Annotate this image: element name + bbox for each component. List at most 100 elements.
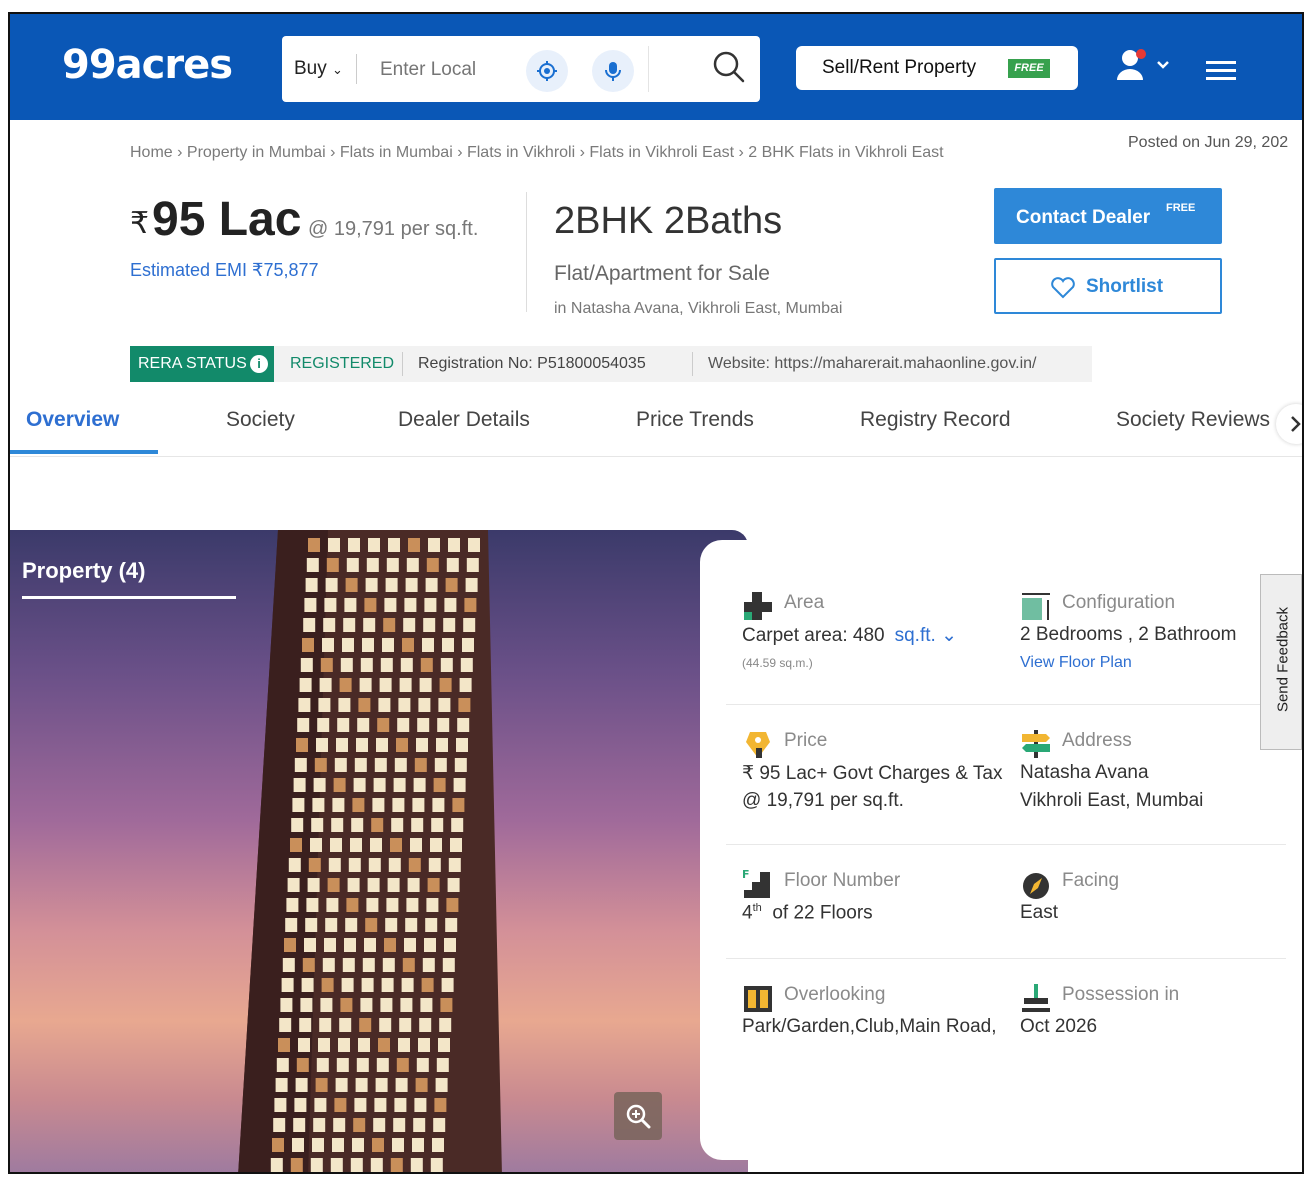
search-input[interactable] (378, 54, 512, 86)
divider (726, 704, 1286, 705)
zoom-button[interactable] (614, 1092, 662, 1140)
contact-dealer-button[interactable]: Contact Dealer FREE (994, 188, 1222, 244)
hamburger-menu-icon[interactable] (1206, 60, 1236, 82)
detail-address: Address Natasha Avana Vikhroli East, Mum… (1020, 728, 1300, 828)
rera-registered-status: REGISTERED (290, 355, 395, 372)
detail-facing: Facing East (1020, 868, 1280, 938)
facing-value: East (1020, 902, 1059, 923)
breadcrumb[interactable]: Home › Property in Mumbai › Flats in Mum… (130, 144, 944, 162)
floor-value: 4th of 22 Floors (742, 902, 873, 924)
send-feedback-label: Send Feedback (1274, 606, 1292, 713)
price-tag-icon (746, 732, 770, 758)
detail-area: Area Carpet area: 480 sq.ft. ⌄ (44.59 sq.… (742, 590, 1002, 680)
tab-price-trends[interactable]: Price Trends (636, 408, 754, 432)
address-line1: Natasha Avana (1020, 762, 1149, 783)
price-value: ₹ 95 Lac+ Govt Charges & Tax (742, 763, 1003, 784)
zoom-in-icon (626, 1104, 651, 1129)
tab-overview[interactable]: Overview (26, 408, 119, 432)
overlooking-value: Park/Garden,Club,Main Road, (742, 1016, 997, 1037)
search-bar: Buy ⌄ (282, 36, 760, 102)
currency-symbol: ₹ (130, 207, 150, 240)
compass-icon (1023, 873, 1049, 899)
possession-icon (1022, 984, 1050, 1012)
info-icon[interactable]: i (250, 355, 268, 373)
posted-date: Posted on Jun 29, 202 (1128, 134, 1289, 151)
divider (692, 352, 693, 376)
section-tabs: Overview Society Dealer Details Price Tr… (10, 394, 1302, 457)
free-badge: FREE (1166, 202, 1196, 214)
search-icon[interactable] (712, 50, 746, 84)
configuration-label: Configuration (1062, 592, 1176, 613)
configuration-value: 2 Bedrooms , 2 Bathroom (1020, 624, 1237, 645)
sell-rent-label: Sell/Rent Property (822, 57, 977, 78)
property-image-gallery[interactable]: Property (4) (10, 530, 748, 1172)
tab-registry-record[interactable]: Registry Record (860, 408, 1011, 432)
rera-status-label: RERA STATUS (138, 355, 247, 372)
divider (726, 958, 1286, 959)
location-target-icon (537, 61, 557, 81)
voice-search-button[interactable] (592, 50, 634, 92)
tab-society-reviews[interactable]: Society Reviews (1116, 408, 1270, 432)
detail-possession: Possession in Oct 2026 (1020, 982, 1280, 1052)
shortlist-button[interactable]: Shortlist (994, 258, 1222, 314)
rera-website[interactable]: Website: https://maharerait.mahaonline.g… (708, 355, 1036, 373)
price-label: Price (784, 730, 828, 751)
locate-me-button[interactable] (526, 50, 568, 92)
address-label: Address (1062, 730, 1132, 751)
page-frame: 99acres Buy ⌄ Enter Local Sell/Rent Prop… (8, 12, 1304, 1174)
detail-overlooking: Overlooking Park/Garden,Club,Main Road, (742, 982, 1022, 1052)
microphone-icon (605, 62, 621, 81)
send-feedback-tab[interactable]: Send Feedback (1260, 574, 1302, 750)
view-floor-plan-link[interactable]: View Floor Plan (1020, 654, 1132, 672)
overlooking-label: Overlooking (784, 984, 886, 1005)
window-view-icon (744, 986, 772, 1012)
property-type: Flat/Apartment for Sale (554, 262, 770, 285)
chevron-down-icon: ⌄ (332, 62, 343, 77)
listing-price: 95 Lac (152, 193, 302, 246)
divider (648, 46, 649, 92)
possession-label: Possession in (1062, 984, 1180, 1005)
contact-dealer-label: Contact Dealer (1016, 207, 1151, 228)
buy-dropdown[interactable]: Buy ⌄ (294, 58, 343, 80)
area-value: Carpet area: 480 sq.ft. ⌄ (742, 624, 957, 647)
floor-label: Floor Number (784, 870, 901, 891)
area-sqm: (44.59 sq.m.) (742, 656, 813, 670)
price-per-sqft-value: @ 19,791 per sq.ft. (742, 790, 904, 811)
tabs-next-button[interactable] (1276, 404, 1302, 444)
building-photo (238, 530, 502, 1172)
floor-total: of 22 Floors (772, 902, 873, 924)
price-per-sqft: @ 19,791 per sq.ft. (308, 218, 479, 240)
property-location: in Natasha Avana, Vikhroli East, Mumbai (554, 300, 843, 317)
heart-icon (1051, 277, 1075, 299)
svg-text:F: F (742, 868, 750, 881)
divider (726, 844, 1286, 845)
gallery-title-underline (22, 596, 236, 599)
user-account-icon[interactable] (1116, 46, 1176, 86)
divider (526, 192, 527, 312)
detail-price: Price ₹ 95 Lac+ Govt Charges & Tax @ 19,… (742, 728, 1022, 828)
floor-number: 4 (742, 902, 753, 924)
estimated-emi-link[interactable]: Estimated EMI ₹75,877 (130, 260, 319, 281)
possession-value: Oct 2026 (1020, 1016, 1098, 1037)
address-line2: Vikhroli East, Mumbai (1020, 790, 1204, 811)
facing-label: Facing (1062, 870, 1120, 891)
site-logo[interactable]: 99acres (62, 42, 233, 88)
divider (356, 54, 357, 84)
chevron-right-icon (1291, 416, 1301, 432)
sell-rent-property-button[interactable]: Sell/Rent Property FREE (796, 46, 1078, 90)
free-badge: FREE (1008, 59, 1050, 78)
tab-society[interactable]: Society (226, 408, 295, 432)
area-icon (744, 592, 772, 620)
rera-bar: RERA STATUS i REGISTERED Registration No… (130, 346, 1092, 382)
configuration-icon (1022, 593, 1050, 620)
floor-suffix: th (752, 902, 762, 914)
tab-dealer-details[interactable]: Dealer Details (398, 408, 530, 432)
bhk-configuration: 2BHK 2Baths (554, 200, 783, 242)
area-label: Area (784, 592, 825, 613)
unit-label: sq.ft. (894, 625, 936, 646)
active-tab-indicator (10, 450, 158, 454)
carpet-area: Carpet area: 480 (742, 625, 885, 646)
detail-floor: F Floor Number 4th of 22 Floors (742, 868, 1002, 938)
area-unit-dropdown[interactable]: sq.ft. ⌄ (895, 625, 957, 646)
rera-registration-number: Registration No: P51800054035 (418, 355, 646, 372)
